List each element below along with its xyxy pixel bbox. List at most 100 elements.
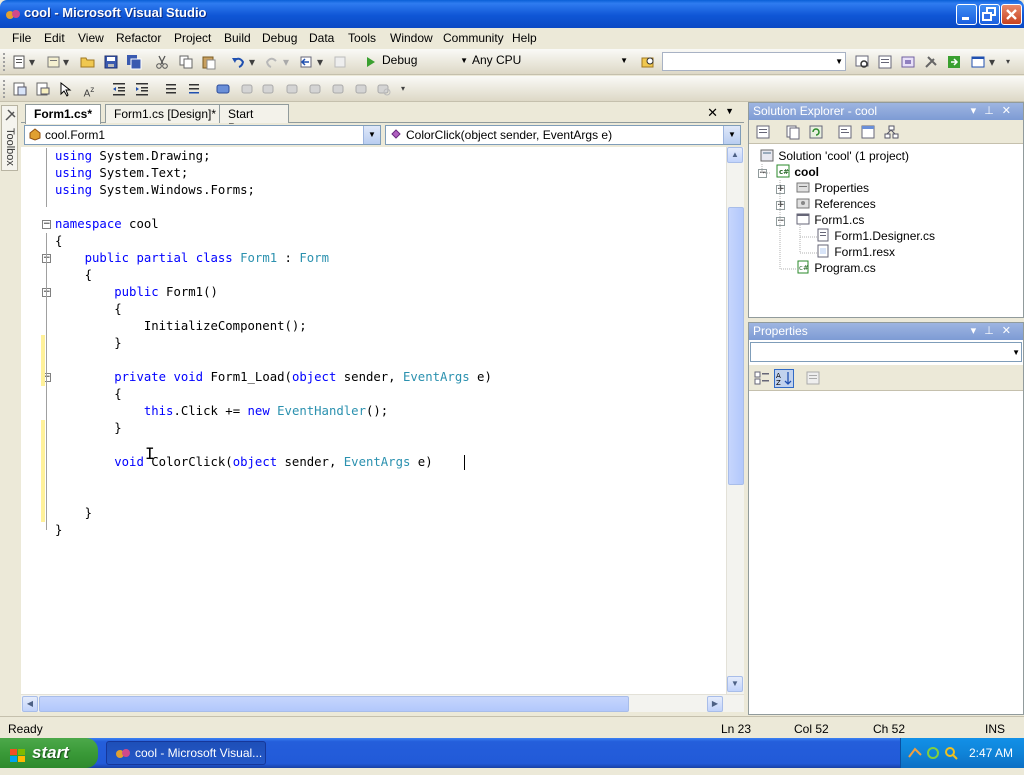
toolbox-tools-icon[interactable] [923, 54, 939, 70]
paste-icon[interactable] [201, 54, 217, 70]
next-bookmark-icon[interactable] [261, 81, 277, 97]
object-selector-dropdown[interactable]: ▼ [750, 342, 1022, 362]
start-debugging-icon[interactable] [362, 54, 378, 70]
add-item-icon[interactable] [46, 54, 62, 70]
cut-icon[interactable] [154, 54, 170, 70]
menu-project[interactable]: Project [174, 31, 211, 45]
toolbar-overflow-icon[interactable]: ▾ [398, 81, 408, 97]
tab-start-page[interactable]: Start Page [219, 104, 289, 135]
menu-build[interactable]: Build [224, 31, 251, 45]
taskbar-button-visual-studio[interactable]: cool - Microsoft Visual... [106, 741, 266, 765]
menu-debug[interactable]: Debug [262, 31, 297, 45]
solution-explorer-icon[interactable] [854, 54, 870, 70]
code-text-area[interactable]: using System.Drawing; using System.Text; u… [21, 147, 726, 694]
copy-icon[interactable] [178, 54, 194, 70]
platform-select[interactable]: Any CPU ▼ [470, 52, 630, 71]
toolbar-grip[interactable] [3, 80, 6, 98]
configuration-select[interactable]: Debug ▼ [380, 52, 470, 71]
horizontal-scroll-thumb[interactable] [39, 696, 629, 712]
decrease-indent-icon[interactable] [111, 81, 127, 97]
collapse-icon[interactable]: − [42, 220, 51, 229]
search-icon[interactable] [943, 745, 959, 764]
start-button[interactable]: start [0, 738, 98, 768]
alphabetical-icon[interactable]: AZ [774, 369, 794, 388]
scroll-right-icon[interactable]: ▶ [707, 696, 723, 712]
types-dropdown[interactable]: cool.Form1 ▼ [24, 125, 381, 145]
navigate-forward-icon[interactable] [332, 54, 348, 70]
menu-community[interactable]: Community [443, 31, 504, 45]
menu-file[interactable]: File [12, 31, 31, 45]
undo-icon[interactable] [230, 54, 246, 70]
chevron-down-icon[interactable]: ▾ [28, 54, 36, 70]
previous-bookmark-document-icon[interactable] [330, 81, 346, 97]
toolbar-overflow-icon[interactable]: ▾ [1003, 54, 1013, 70]
command-window-icon[interactable] [970, 54, 986, 70]
new-project-icon[interactable] [12, 54, 28, 70]
previous-bookmark-folder-icon[interactable] [284, 81, 300, 97]
title-bar[interactable]: cool - Microsoft Visual Studio [0, 0, 1024, 28]
next-bookmark-document-icon[interactable] [353, 81, 369, 97]
clear-bookmarks-icon[interactable] [376, 81, 392, 97]
parameter-info-icon[interactable] [35, 81, 51, 97]
open-folder-icon[interactable] [80, 54, 96, 70]
horizontal-scrollbar[interactable]: ◀ ▶ [21, 694, 744, 712]
tab-form1-cs[interactable]: Form1.cs* [25, 104, 101, 124]
start-page-icon[interactable] [946, 54, 962, 70]
save-all-icon[interactable] [126, 54, 142, 70]
close-button[interactable] [1001, 4, 1022, 25]
display-object-members-icon[interactable] [12, 81, 28, 97]
toolbox-tab[interactable]: Toolbox [1, 105, 18, 171]
chevron-down-icon[interactable]: ▾ [316, 54, 324, 70]
window-position-icon[interactable]: ▾ [971, 105, 985, 117]
scroll-down-icon[interactable]: ▼ [727, 676, 743, 692]
toggle-bookmark-icon[interactable] [215, 81, 231, 97]
members-dropdown[interactable]: ColorClick(object sender, EventArgs e) ▼ [385, 125, 741, 145]
close-document-icon[interactable]: ✕ [707, 105, 718, 121]
tab-form1-design[interactable]: Form1.cs [Design]* [105, 104, 237, 123]
object-browser-icon[interactable] [900, 54, 916, 70]
chevron-down-icon[interactable]: ▾ [248, 54, 256, 70]
recycle-icon[interactable] [925, 745, 941, 764]
maximize-button[interactable] [979, 4, 1000, 25]
increase-indent-icon[interactable] [134, 81, 150, 97]
window-position-icon[interactable]: ▾ [971, 325, 985, 337]
scroll-left-icon[interactable]: ◀ [22, 696, 38, 712]
navigate-backward-icon[interactable] [298, 54, 314, 70]
toolbar-grip[interactable] [3, 53, 6, 71]
word-completion-icon[interactable]: Az [81, 81, 97, 99]
minimize-button[interactable] [956, 4, 977, 25]
next-bookmark-folder-icon[interactable] [307, 81, 323, 97]
chevron-down-icon[interactable]: ▾ [988, 54, 996, 70]
find-combo[interactable]: ▼ [662, 52, 846, 71]
menu-tools[interactable]: Tools [348, 31, 376, 45]
vertical-scrollbar[interactable]: ▲ ▼ [726, 147, 744, 694]
quick-info-icon[interactable] [58, 81, 74, 97]
menu-edit[interactable]: Edit [44, 31, 65, 45]
close-icon[interactable]: ✕ [1002, 105, 1019, 117]
active-files-dropdown-icon[interactable]: ▼ [725, 106, 734, 116]
previous-bookmark-icon[interactable] [238, 81, 254, 97]
pin-icon[interactable]: ⊥ [984, 325, 1002, 337]
pin-icon[interactable]: ⊥ [984, 105, 1002, 117]
scroll-up-icon[interactable]: ▲ [727, 147, 743, 163]
class-diagram-icon[interactable] [883, 124, 899, 140]
categorized-icon[interactable] [754, 370, 770, 386]
redo-icon[interactable] [264, 54, 280, 70]
chevron-down-icon[interactable]: ▾ [62, 54, 70, 70]
menu-view[interactable]: View [78, 31, 104, 45]
comment-lines-icon[interactable] [163, 81, 179, 97]
properties-title-bar[interactable]: Properties ▾⊥✕ [749, 323, 1023, 340]
menu-refactor[interactable]: Refactor [116, 31, 161, 45]
menu-data[interactable]: Data [309, 31, 334, 45]
save-icon[interactable] [103, 54, 119, 70]
menu-help[interactable]: Help [512, 31, 537, 45]
menu-window[interactable]: Window [390, 31, 433, 45]
chevron-down-icon[interactable]: ▾ [282, 54, 290, 70]
uncomment-lines-icon[interactable] [186, 81, 202, 97]
network-icon[interactable] [907, 745, 923, 764]
properties-window-icon[interactable] [877, 54, 893, 70]
vertical-scroll-thumb[interactable] [728, 207, 744, 485]
close-icon[interactable]: ✕ [1002, 325, 1019, 337]
find-in-files-icon[interactable] [640, 54, 656, 70]
property-pages-icon[interactable] [805, 370, 821, 386]
